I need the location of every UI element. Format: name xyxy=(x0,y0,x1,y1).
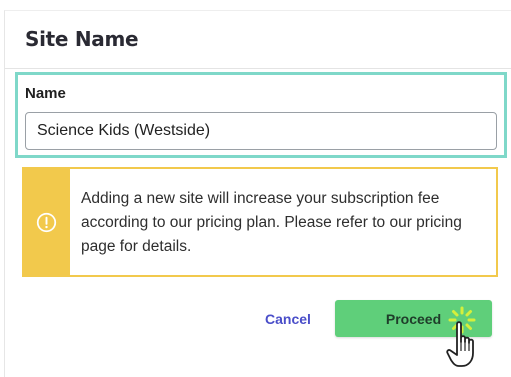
dialog-title: Site Name xyxy=(25,27,139,51)
name-input[interactable] xyxy=(25,112,497,150)
hand-pointer-icon xyxy=(446,321,474,367)
alert-message: Adding a new site will increase your sub… xyxy=(81,190,462,255)
name-label: Name xyxy=(25,85,66,102)
name-field-group: Name xyxy=(15,72,507,158)
subscription-warning-alert: Adding a new site will increase your sub… xyxy=(22,167,498,277)
dialog-header: Site Name xyxy=(5,11,511,69)
alert-stripe xyxy=(24,169,70,275)
cancel-button[interactable]: Cancel xyxy=(248,302,328,336)
warning-circle-icon xyxy=(36,212,57,233)
